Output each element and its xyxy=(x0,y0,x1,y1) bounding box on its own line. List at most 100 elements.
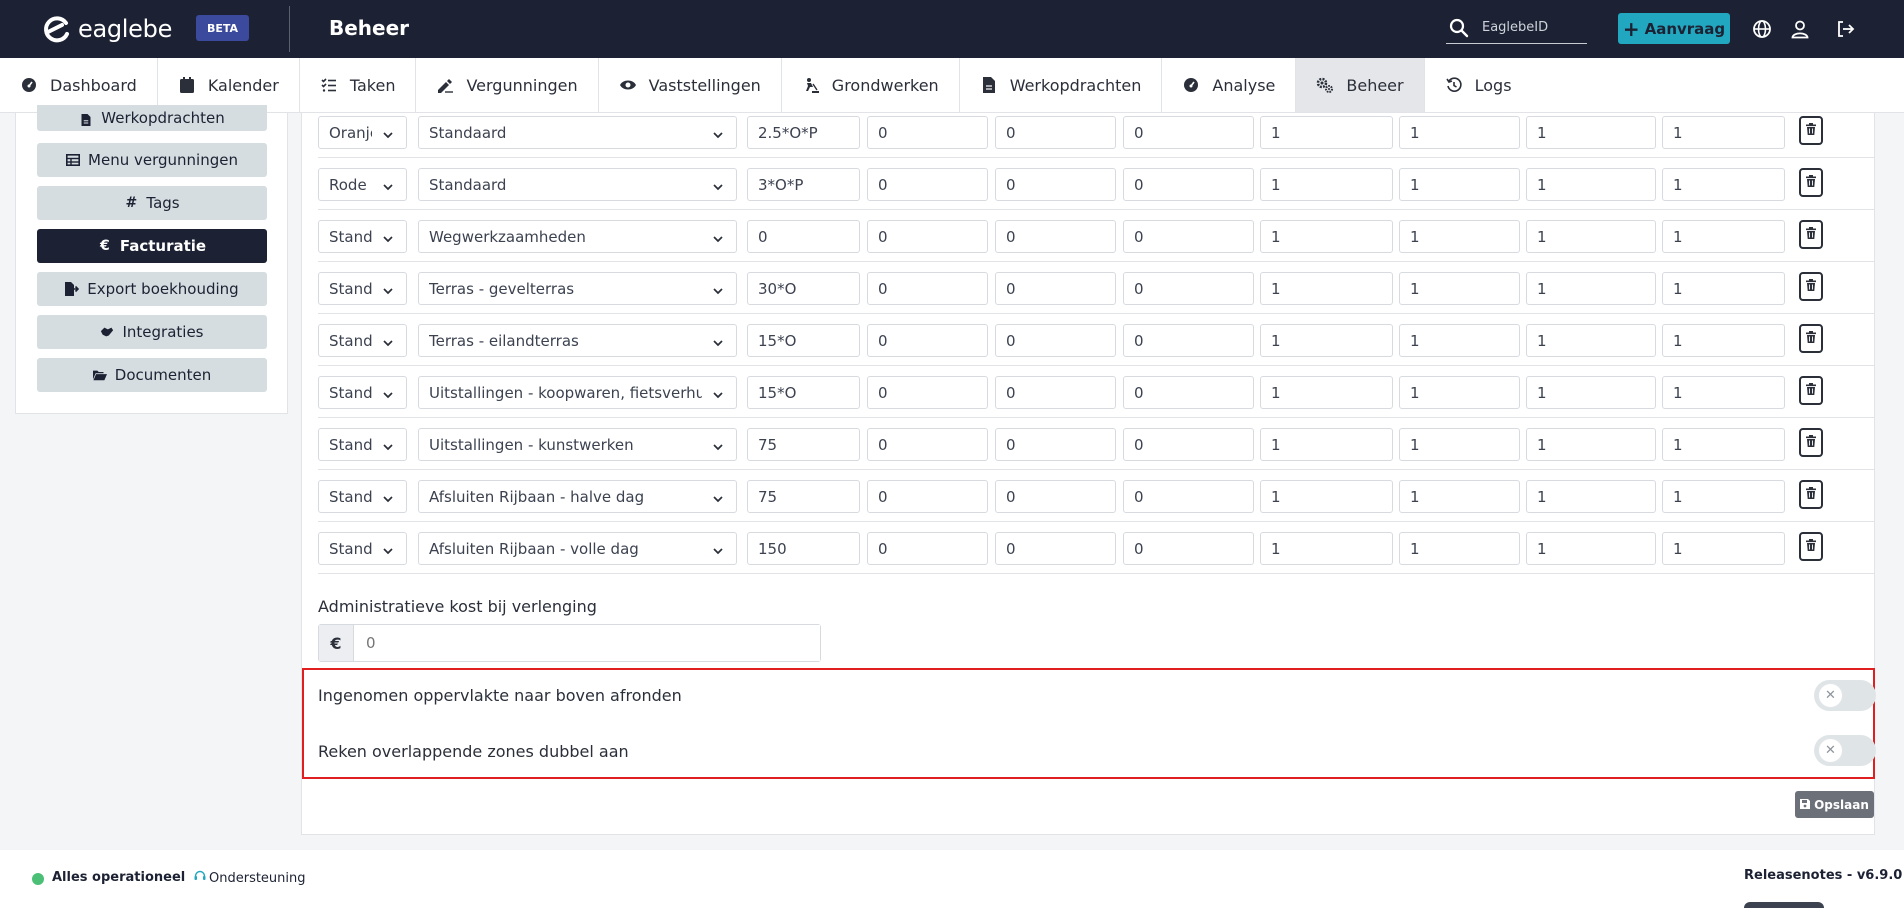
value-input[interactable]: 1 xyxy=(1399,532,1520,565)
zone-select[interactable]: Standaard xyxy=(318,220,407,253)
release-notes-link[interactable]: Releasenotes - v6.9.0 xyxy=(1744,868,1902,883)
search-input[interactable] xyxy=(1482,20,1582,35)
value-input[interactable]: 1 xyxy=(1662,532,1785,565)
delete-row-button[interactable] xyxy=(1799,480,1823,509)
value-input[interactable]: 1 xyxy=(1260,168,1393,201)
sidebar-item-integraties[interactable]: Integraties xyxy=(37,315,267,349)
value-input[interactable]: 0 xyxy=(995,220,1116,253)
value-input[interactable]: 0 xyxy=(867,168,988,201)
value-input[interactable]: 0 xyxy=(867,480,988,513)
nav-item-logs[interactable]: Logs xyxy=(1425,58,1532,112)
support-link[interactable]: Ondersteuning xyxy=(194,870,306,886)
value-input[interactable]: 1 xyxy=(1526,324,1656,357)
formula-input[interactable]: 150 xyxy=(747,532,860,565)
value-input[interactable]: 1 xyxy=(1662,324,1785,357)
value-input[interactable]: 0 xyxy=(1123,272,1254,305)
value-input[interactable]: 1 xyxy=(1399,376,1520,409)
delete-row-button[interactable] xyxy=(1799,324,1823,353)
formula-input[interactable]: 15*O xyxy=(747,376,860,409)
value-input[interactable]: 1 xyxy=(1526,376,1656,409)
value-input[interactable]: 0 xyxy=(1123,376,1254,409)
value-input[interactable]: 1 xyxy=(1526,272,1656,305)
nav-item-grondwerken[interactable]: Grondwerken xyxy=(782,58,960,112)
delete-row-button[interactable] xyxy=(1799,220,1823,249)
formula-input[interactable]: 3*O*P xyxy=(747,168,860,201)
nav-item-analyse[interactable]: Analyse xyxy=(1162,58,1297,112)
value-input[interactable]: 1 xyxy=(1399,116,1520,149)
nav-item-werkopdrachten[interactable]: Werkopdrachten xyxy=(960,58,1163,112)
value-input[interactable]: 1 xyxy=(1526,532,1656,565)
sidebar-item-facturatie[interactable]: € Facturatie xyxy=(37,229,267,263)
zone-select[interactable]: Standaard xyxy=(318,480,407,513)
value-input[interactable]: 1 xyxy=(1526,428,1656,461)
value-input[interactable]: 1 xyxy=(1526,220,1656,253)
footer-button[interactable] xyxy=(1744,902,1824,908)
formula-input[interactable]: 30*O xyxy=(747,272,860,305)
user-icon[interactable] xyxy=(1787,16,1813,42)
formula-input[interactable]: 75 xyxy=(747,428,860,461)
value-input[interactable]: 1 xyxy=(1662,480,1785,513)
value-input[interactable]: 1 xyxy=(1399,324,1520,357)
type-select[interactable]: Wegwerkzaamheden xyxy=(418,220,737,253)
nav-item-taken[interactable]: Taken xyxy=(300,58,417,112)
formula-input[interactable]: 15*O xyxy=(747,324,860,357)
value-input[interactable]: 1 xyxy=(1526,168,1656,201)
sidebar-item-tags[interactable]: # Tags xyxy=(37,186,267,220)
nav-item-beheer[interactable]: Beheer xyxy=(1296,58,1425,112)
zone-select[interactable]: Oranje xyxy=(318,116,407,149)
formula-input[interactable]: 75 xyxy=(747,480,860,513)
value-input[interactable]: 0 xyxy=(867,532,988,565)
value-input[interactable]: 1 xyxy=(1662,428,1785,461)
type-select[interactable]: Standaard xyxy=(418,168,737,201)
delete-row-button[interactable] xyxy=(1799,116,1823,145)
value-input[interactable]: 0 xyxy=(1123,324,1254,357)
save-button[interactable]: Opslaan xyxy=(1795,791,1874,818)
value-input[interactable]: 1 xyxy=(1399,220,1520,253)
admin-cost-input-group[interactable]: € xyxy=(318,624,821,662)
admin-cost-input[interactable] xyxy=(354,625,820,661)
delete-row-button[interactable] xyxy=(1799,272,1823,301)
value-input[interactable]: 1 xyxy=(1662,272,1785,305)
formula-input[interactable]: 2.5*O*P xyxy=(747,116,860,149)
value-input[interactable]: 0 xyxy=(995,324,1116,357)
round-up-area-toggle[interactable]: ✕ xyxy=(1814,680,1876,711)
type-select[interactable]: Terras - gevelterras xyxy=(418,272,737,305)
value-input[interactable]: 0 xyxy=(995,480,1116,513)
value-input[interactable]: 0 xyxy=(1123,532,1254,565)
value-input[interactable]: 1 xyxy=(1399,272,1520,305)
value-input[interactable]: 0 xyxy=(1123,428,1254,461)
zone-select[interactable]: Rode xyxy=(318,168,407,201)
value-input[interactable]: 0 xyxy=(867,324,988,357)
value-input[interactable]: 1 xyxy=(1260,532,1393,565)
delete-row-button[interactable] xyxy=(1799,168,1823,197)
value-input[interactable]: 0 xyxy=(867,220,988,253)
status-text[interactable]: Alles operationeel xyxy=(52,870,185,885)
zone-select[interactable]: Standaard xyxy=(318,324,407,357)
zone-select[interactable]: Standaard xyxy=(318,428,407,461)
value-input[interactable]: 1 xyxy=(1260,376,1393,409)
delete-row-button[interactable] xyxy=(1799,428,1823,457)
value-input[interactable]: 0 xyxy=(1123,116,1254,149)
type-select[interactable]: Standaard xyxy=(418,116,737,149)
zone-select[interactable]: Standaard xyxy=(318,532,407,565)
value-input[interactable]: 0 xyxy=(867,272,988,305)
globe-icon[interactable] xyxy=(1749,16,1775,42)
type-select[interactable]: Terras - eilandterras xyxy=(418,324,737,357)
delete-row-button[interactable] xyxy=(1799,376,1823,405)
type-select[interactable]: Uitstallingen - koopwaren, fietsverhurin… xyxy=(418,376,737,409)
nav-item-dashboard[interactable]: Dashboard xyxy=(0,58,158,112)
value-input[interactable]: 0 xyxy=(1123,168,1254,201)
sidebar-item-werkopdrachten[interactable]: Werkopdrachten xyxy=(37,105,267,131)
type-select[interactable]: Afsluiten Rijbaan - volle dag xyxy=(418,532,737,565)
value-input[interactable]: 0 xyxy=(995,532,1116,565)
value-input[interactable]: 1 xyxy=(1260,480,1393,513)
value-input[interactable]: 1 xyxy=(1399,168,1520,201)
value-input[interactable]: 1 xyxy=(1399,480,1520,513)
value-input[interactable]: 1 xyxy=(1260,116,1393,149)
value-input[interactable]: 0 xyxy=(995,116,1116,149)
zone-select[interactable]: Standaard xyxy=(318,272,407,305)
sidebar-item-documenten[interactable]: Documenten xyxy=(37,358,267,392)
value-input[interactable]: 1 xyxy=(1526,480,1656,513)
value-input[interactable]: 0 xyxy=(867,116,988,149)
sidebar-item-menu-vergunningen[interactable]: Menu vergunningen xyxy=(37,143,267,177)
